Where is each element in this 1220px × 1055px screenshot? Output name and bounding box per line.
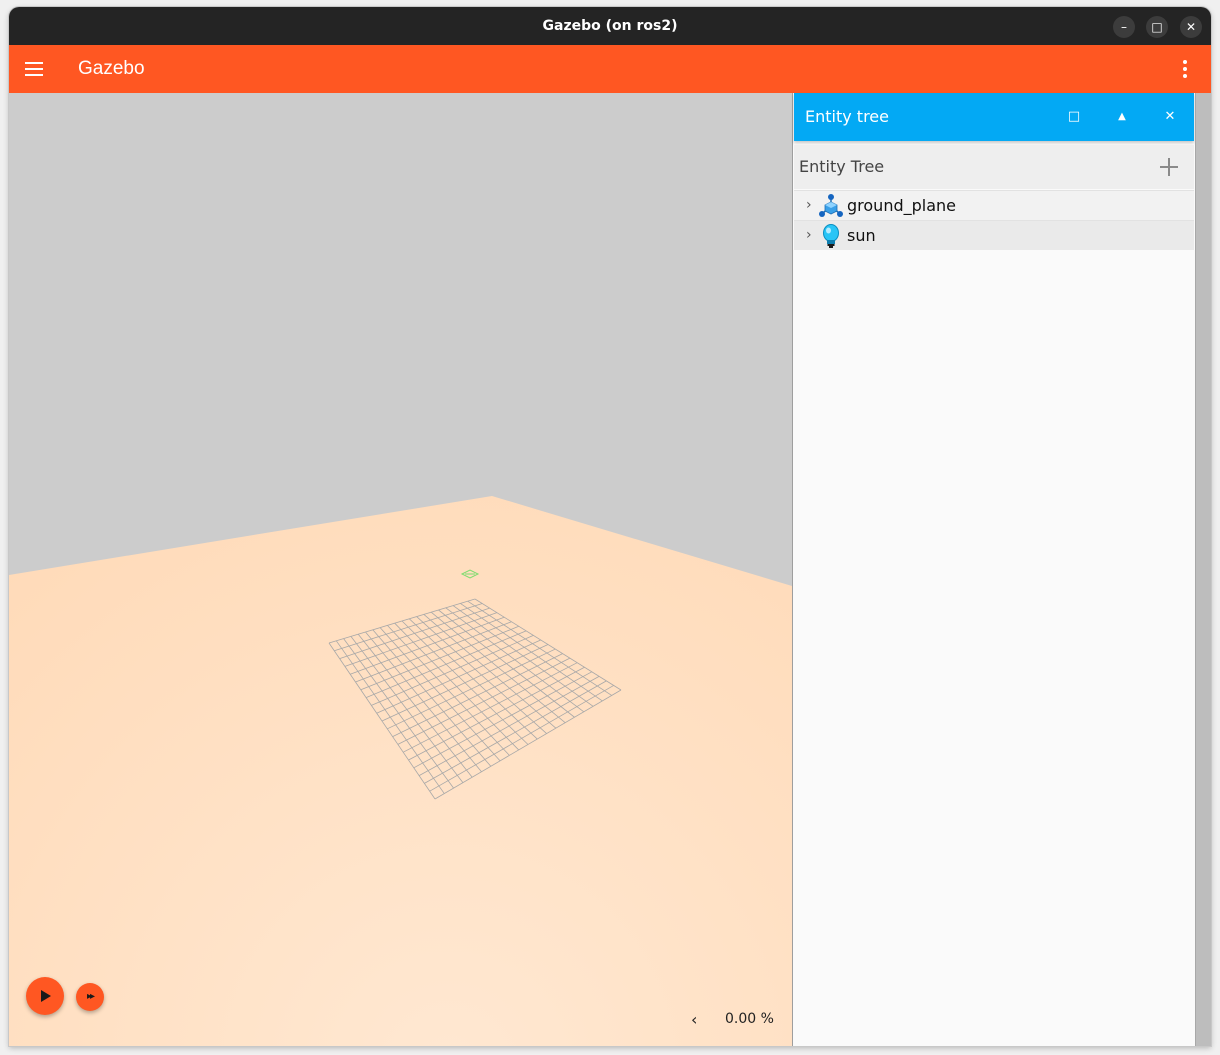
expand-chevron-icon[interactable]: › xyxy=(806,226,816,244)
expand-chevron-icon[interactable]: › xyxy=(806,196,816,214)
app-title: Gazebo xyxy=(78,58,145,79)
real-time-factor-readout: 0.00 % xyxy=(725,1011,774,1027)
panel-header: Entity tree □ ▲ ✕ xyxy=(794,93,1194,141)
light-bulb-icon xyxy=(823,224,839,248)
more-vert-icon[interactable] xyxy=(1175,58,1195,80)
fast-forward-icon: ▸▸ xyxy=(86,991,95,1002)
stats-toggle-chevron-icon[interactable]: ‹ xyxy=(691,1010,697,1029)
entity-name: ground_plane xyxy=(847,196,956,215)
entity-tree-header: Entity Tree xyxy=(794,145,1194,189)
panel-title: Entity tree xyxy=(805,107,889,126)
model-icon xyxy=(819,194,843,217)
maximize-button[interactable]: □ xyxy=(1146,16,1168,38)
scene-render xyxy=(9,93,792,1046)
minimize-button[interactable]: – xyxy=(1113,16,1135,38)
window-titlebar[interactable]: Gazebo (on ros2) – □ ✕ xyxy=(9,7,1211,45)
window-title: Gazebo (on ros2) xyxy=(542,18,678,34)
play-icon xyxy=(41,990,51,1002)
entity-tree-label: Entity Tree xyxy=(799,157,885,176)
app-window: Gazebo (on ros2) – □ ✕ Gazebo ▸▸ ‹ 0.00 … xyxy=(9,7,1211,1046)
entity-tree-panel: Entity tree □ ▲ ✕ Entity Tree › ground_p… xyxy=(792,93,1211,1046)
plus-icon[interactable] xyxy=(1158,156,1180,178)
panel-close-icon[interactable]: ✕ xyxy=(1160,107,1180,127)
step-button[interactable]: ▸▸ xyxy=(76,983,104,1011)
tree-item-sun[interactable]: › sun xyxy=(794,220,1194,250)
app-toolbar: Gazebo xyxy=(9,45,1211,93)
tree-item-ground-plane[interactable]: › ground_plane xyxy=(794,190,1194,220)
play-button[interactable] xyxy=(26,977,64,1015)
scene-3d-viewport[interactable]: ▸▸ ‹ 0.00 % xyxy=(9,93,792,1046)
panel-maximize-icon[interactable]: □ xyxy=(1064,107,1084,127)
panel-scrollbar[interactable] xyxy=(1195,93,1211,1046)
close-button[interactable]: ✕ xyxy=(1180,16,1202,38)
entity-name: sun xyxy=(847,226,876,245)
panel-collapse-icon[interactable]: ▲ xyxy=(1112,107,1132,127)
ground-plane-surface xyxy=(9,496,792,1046)
hamburger-menu-icon[interactable] xyxy=(25,61,43,77)
